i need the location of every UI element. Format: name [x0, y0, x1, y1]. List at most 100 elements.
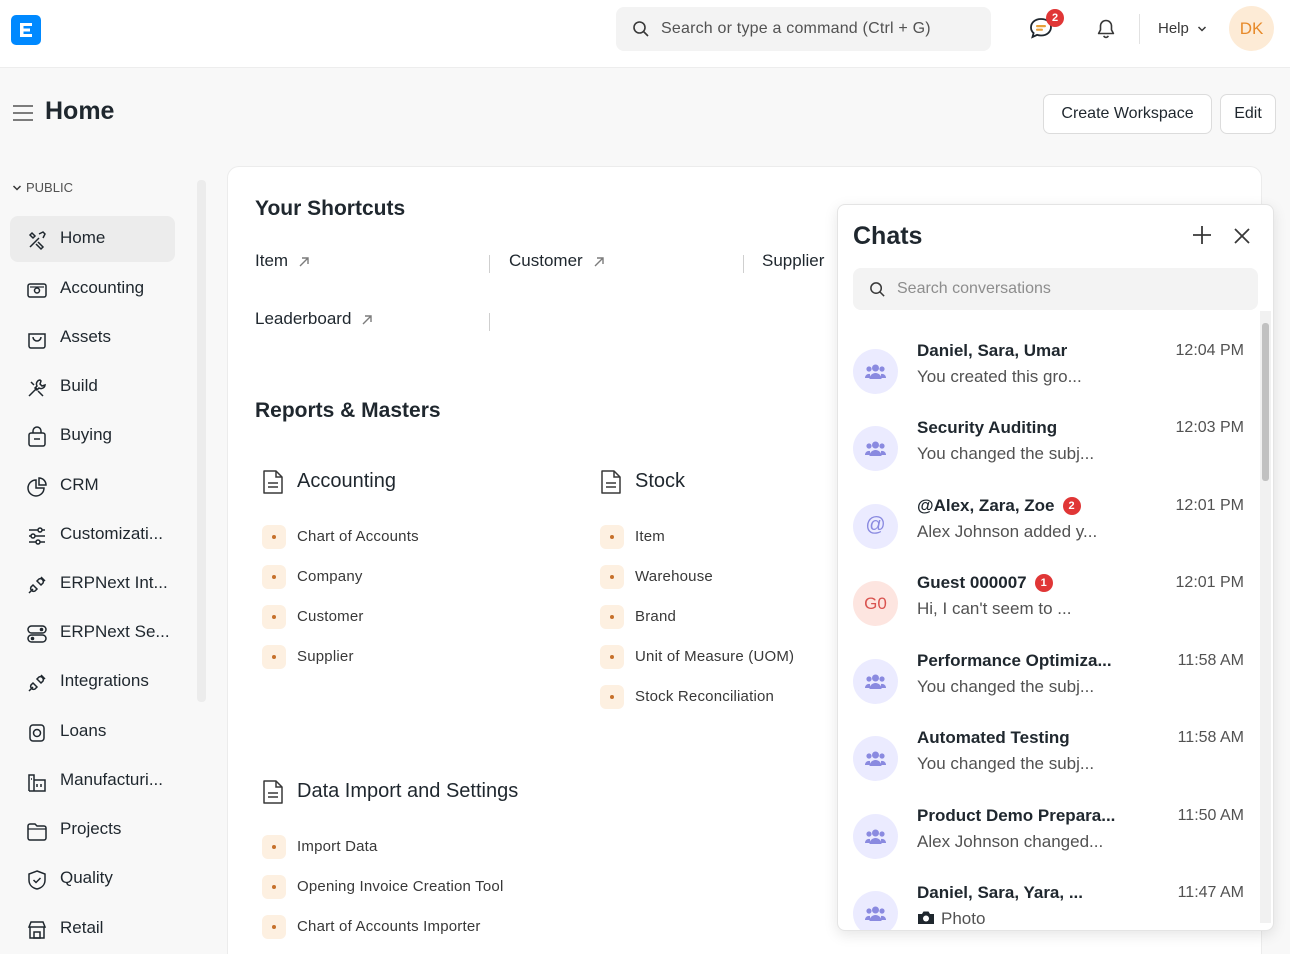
- sidebar-item-label: Quality: [60, 868, 113, 887]
- sidebar-item-label: CRM: [60, 475, 99, 494]
- chat-search-input[interactable]: Search conversations: [853, 268, 1258, 310]
- accounting-card-title[interactable]: Accounting: [297, 470, 396, 493]
- edit-button[interactable]: Edit: [1220, 94, 1276, 134]
- sidebar-scrollbar[interactable]: [197, 180, 206, 702]
- sidebar-item-retail[interactable]: Retail: [10, 906, 175, 952]
- unread-badge: 1: [1034, 574, 1053, 592]
- conversation-item[interactable]: @ @Alex, Zara, Zoe 2 Alex Johnson added y…: [838, 494, 1258, 572]
- conversation-item[interactable]: Performance Optimiza... You changed the …: [838, 649, 1258, 727]
- link-chart-of-accounts[interactable]: Chart of Accounts: [297, 528, 419, 545]
- conversation-time: 11:50 AM: [1177, 807, 1244, 824]
- conversation-name-text: @Alex, Zara, Zoe: [917, 496, 1055, 515]
- link-uom[interactable]: Unit of Measure (UOM): [635, 648, 794, 665]
- stock-card-title[interactable]: Stock: [635, 470, 685, 493]
- notifications-button[interactable]: [1095, 18, 1119, 42]
- plus-icon[interactable]: [1191, 224, 1213, 246]
- conversation-time: 12:01 PM: [1175, 497, 1244, 514]
- conversation-name: Automated Testing: [917, 728, 1070, 747]
- mention-avatar: @: [853, 504, 898, 549]
- navbar-divider: [1139, 14, 1140, 44]
- app-logo[interactable]: [11, 15, 41, 45]
- bell-icon: [1097, 19, 1115, 39]
- sidebar-section-header[interactable]: PUBLIC: [12, 180, 73, 195]
- sidebar-item-buying[interactable]: Buying: [10, 413, 175, 459]
- conversation-name: Security Auditing: [917, 418, 1058, 437]
- create-workspace-button[interactable]: Create Workspace: [1043, 94, 1212, 134]
- document-icon: [263, 470, 283, 494]
- link-opening-invoice-tool[interactable]: Opening Invoice Creation Tool: [297, 878, 503, 895]
- sidebar-item-customization[interactable]: Customizati...: [10, 512, 175, 558]
- box-icon: [28, 333, 46, 349]
- link-coa-importer[interactable]: Chart of Accounts Importer: [297, 918, 481, 935]
- sidebar-toggle-icon[interactable]: [12, 104, 34, 122]
- link-item[interactable]: Item: [635, 528, 665, 545]
- document-icon: [263, 780, 283, 804]
- sidebar-item-integrations[interactable]: Integrations: [10, 659, 175, 705]
- conversation-name-text: Guest 000007: [917, 573, 1027, 592]
- sidebar-item-quality[interactable]: Quality: [10, 856, 175, 902]
- sidebar-item-label: Accounting: [60, 278, 145, 297]
- sidebar-item-erpnext-settings[interactable]: ERPNext Se...: [10, 610, 175, 656]
- link-company[interactable]: Company: [297, 568, 363, 585]
- conversation-name: Guest 000007 1: [917, 573, 1053, 594]
- link-supplier[interactable]: Supplier: [297, 648, 354, 665]
- data-import-card-title[interactable]: Data Import and Settings: [297, 780, 518, 803]
- sidebar-item-crm[interactable]: CRM: [10, 463, 175, 509]
- conversation-preview: Alex Johnson changed...: [917, 832, 1104, 851]
- money-icon: [27, 283, 47, 298]
- conversation-item[interactable]: Automated Testing You changed the subj..…: [838, 726, 1258, 804]
- factory-icon: [28, 774, 46, 792]
- group-icon: [865, 364, 886, 379]
- sidebar-item-projects[interactable]: Projects: [10, 807, 175, 853]
- sidebar-item-accounting[interactable]: Accounting: [10, 266, 175, 312]
- loan-icon: [29, 724, 45, 742]
- link-dot: [262, 645, 286, 669]
- link-warehouse[interactable]: Warehouse: [635, 568, 713, 585]
- link-dot: [262, 525, 286, 549]
- sidebar-item-erpnext-integrations[interactable]: ERPNext Int...: [10, 561, 175, 607]
- link-brand[interactable]: Brand: [635, 608, 676, 625]
- help-menu[interactable]: Help: [1158, 20, 1207, 37]
- folder-icon: [27, 823, 47, 841]
- close-icon[interactable]: [1233, 227, 1251, 245]
- chat-scrollbar[interactable]: [1260, 311, 1271, 923]
- shortcut-item[interactable]: Item: [255, 251, 310, 271]
- search-icon: [633, 21, 649, 37]
- scrollbar-thumb[interactable]: [1262, 323, 1269, 481]
- sidebar-item-assets[interactable]: Assets: [10, 315, 175, 361]
- link-dot: [262, 915, 286, 939]
- shortcut-separator: [489, 255, 490, 273]
- group-icon: [865, 829, 886, 844]
- command-search-input[interactable]: Search or type a command (Ctrl + G): [616, 7, 991, 51]
- conversation-time: 11:47 AM: [1177, 884, 1244, 901]
- shortcut-leaderboard[interactable]: Leaderboard: [255, 309, 373, 329]
- group-avatar: [853, 736, 898, 781]
- user-avatar[interactable]: DK: [1229, 6, 1274, 51]
- bag-icon: [28, 426, 46, 447]
- conversation-preview-text: Photo: [941, 909, 986, 928]
- sidebar-item-label: Retail: [60, 918, 104, 937]
- pie-icon: [27, 477, 47, 497]
- shortcuts-title: Your Shortcuts: [255, 197, 406, 220]
- sidebar-item-manufacturing[interactable]: Manufacturi...: [10, 758, 175, 804]
- chat-button[interactable]: 2: [1027, 9, 1064, 44]
- conversation-preview: Photo: [917, 909, 985, 929]
- conversation-item[interactable]: Security Auditing You changed the subj..…: [838, 416, 1258, 494]
- conversation-item[interactable]: Daniel, Sara, Umar You created this gro.…: [838, 339, 1258, 417]
- group-icon: [865, 441, 886, 456]
- sidebar-item-label: ERPNext Se...: [60, 622, 170, 641]
- link-stock-reconciliation[interactable]: Stock Reconciliation: [635, 688, 774, 705]
- link-dot: [262, 565, 286, 589]
- sidebar-item-label: Manufacturi...: [60, 770, 163, 789]
- link-customer[interactable]: Customer: [297, 608, 364, 625]
- sidebar-item-build[interactable]: Build: [10, 364, 175, 410]
- shortcut-customer[interactable]: Customer: [509, 251, 605, 271]
- sidebar-item-loans[interactable]: Loans: [10, 709, 175, 755]
- link-import-data[interactable]: Import Data: [297, 838, 378, 855]
- conversation-item[interactable]: Product Demo Prepara... Alex Johnson cha…: [838, 804, 1258, 882]
- help-label: Help: [1158, 20, 1189, 37]
- conversation-item[interactable]: Daniel, Sara, Yara, ... Photo 11:47 AM: [838, 881, 1258, 930]
- sidebar-item-home[interactable]: Home: [10, 216, 175, 262]
- conversation-item[interactable]: G0 Guest 000007 1 Hi, I can't seem to ...…: [838, 571, 1258, 649]
- shortcut-supplier[interactable]: Supplier: [762, 251, 824, 271]
